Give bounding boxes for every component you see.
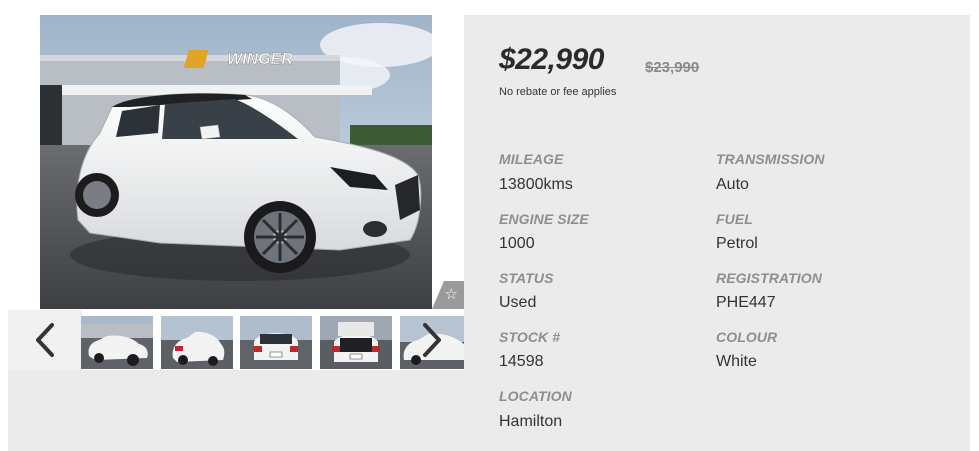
- spec-label-location: LOCATION: [499, 388, 572, 404]
- main-vehicle-photo[interactable]: WINGER: [40, 15, 432, 309]
- sale-price: $22,990: [499, 43, 604, 76]
- spec-value-fuel: Petrol: [716, 235, 758, 252]
- vehicle-details-panel: $22,990 $23,990 No rebate or fee applies…: [464, 15, 970, 451]
- chevron-left-icon: [36, 323, 54, 357]
- spec-value-transmission: Auto: [716, 176, 749, 193]
- spec-value-colour: White: [716, 353, 757, 370]
- favorite-button[interactable]: ☆: [432, 281, 464, 309]
- original-price: $23,990: [645, 59, 700, 76]
- thumbnail-image: [161, 316, 233, 369]
- dealer-sign-text: WINGER: [227, 51, 293, 68]
- carousel-next-button[interactable]: [400, 310, 464, 370]
- star-outline-icon: ☆: [444, 285, 458, 303]
- thumbnail-4[interactable]: [320, 316, 392, 369]
- spec-value-mileage: 13800kms: [499, 176, 573, 193]
- spec-value-location: Hamilton: [499, 413, 563, 430]
- spec-label-colour: COLOUR: [716, 329, 778, 345]
- vehicle-listing: WINGER ☆ $22,990 $23,990 No rebate or fe…: [0, 0, 979, 451]
- spec-value-status: Used: [499, 294, 537, 311]
- spec-label-stock: STOCK #: [499, 329, 561, 345]
- chevron-right-icon: [423, 323, 441, 357]
- thumbnail-2[interactable]: [161, 316, 233, 369]
- thumbnail-image: [240, 316, 312, 369]
- carousel-prev-button[interactable]: [8, 310, 82, 370]
- spec-value-engine-size: 1000: [499, 235, 535, 252]
- price-note: No rebate or fee applies: [499, 86, 617, 98]
- spec-label-status: STATUS: [499, 270, 554, 286]
- spec-label-fuel: FUEL: [716, 211, 753, 227]
- spec-label-registration: REGISTRATION: [716, 270, 822, 286]
- thumbnail-image: [81, 316, 153, 369]
- spec-label-mileage: MILEAGE: [499, 151, 564, 167]
- spec-value-registration: PHE447: [716, 294, 776, 311]
- spec-label-engine-size: ENGINE SIZE: [499, 211, 589, 227]
- spec-label-transmission: TRANSMISSION: [716, 151, 825, 167]
- thumbnail-carousel: [8, 310, 464, 370]
- thumbnail-strip-area: [8, 310, 464, 451]
- spec-value-stock: 14598: [499, 353, 544, 370]
- vehicle-photo-illustration: WINGER: [40, 15, 432, 309]
- thumbnail-image: [320, 316, 392, 369]
- thumbnail-1[interactable]: [81, 316, 153, 369]
- thumbnail-3[interactable]: [240, 316, 312, 369]
